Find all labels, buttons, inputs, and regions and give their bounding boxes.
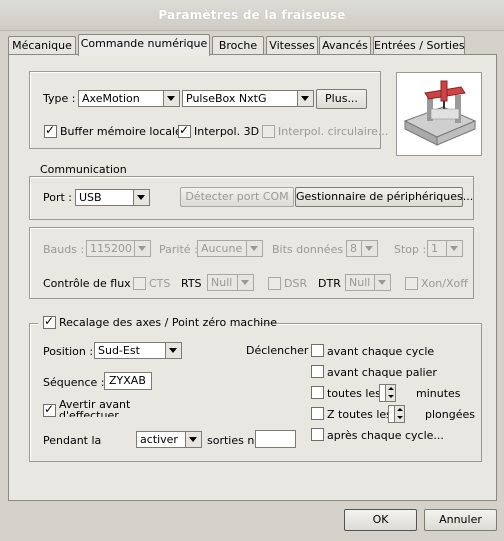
- port-label: Port :: [43, 191, 73, 204]
- dtr-value: Null: [349, 276, 371, 289]
- tab-vitesses[interactable]: Vitesses: [266, 36, 318, 55]
- homing-group-label: Recalage des axes / Point zéro machine: [59, 316, 277, 329]
- outputs-input[interactable]: [255, 430, 296, 448]
- position-select[interactable]: Sud-Est: [94, 342, 182, 359]
- chevron-down-icon: [134, 241, 150, 256]
- plunges-spinner[interactable]: [388, 405, 405, 423]
- before-cycle-checkbox[interactable]: [311, 344, 324, 357]
- rts-label: RTS: [181, 277, 202, 290]
- sequence-input[interactable]: ZYXAB: [104, 372, 152, 390]
- during-select[interactable]: activer: [136, 431, 202, 448]
- rts-select[interactable]: Null: [207, 274, 254, 291]
- chevron-down-icon: [237, 275, 253, 290]
- warn-label-line2: d'effectuer: [59, 409, 119, 417]
- stop-select[interactable]: 1: [427, 240, 463, 257]
- more-button[interactable]: Plus...: [316, 89, 367, 109]
- chevron-down-icon: [163, 91, 179, 106]
- bauds-value: 115200: [90, 242, 132, 255]
- parity-value: Aucune: [201, 242, 243, 255]
- warn-checkbox[interactable]: [43, 402, 56, 417]
- before-cycle-label: avant chaque cycle: [327, 345, 435, 358]
- spin-down-icon[interactable]: [385, 393, 395, 401]
- homing-checkbox[interactable]: [43, 314, 56, 329]
- port-value: USB: [79, 191, 102, 204]
- after-cycle-checkbox[interactable]: [311, 428, 324, 441]
- ok-button[interactable]: OK: [344, 509, 417, 531]
- spin-down-icon[interactable]: [394, 414, 404, 422]
- every-label: toutes les: [327, 387, 381, 400]
- flow-control-label: Contrôle de flux :: [43, 277, 138, 290]
- interp3d-label: Interpol. 3D: [194, 125, 260, 138]
- bauds-label: Bauds :: [43, 243, 85, 256]
- after-cycle-label: après chaque cycle...: [327, 429, 444, 442]
- chevron-down-icon: [374, 275, 390, 290]
- dsr-label: DSR: [284, 277, 308, 290]
- xon-xoff-checkbox[interactable]: [405, 277, 418, 290]
- databits-label: Bits données :: [272, 243, 351, 256]
- type-label: Type :: [43, 92, 76, 105]
- trigger-label: Déclencher: [246, 344, 309, 357]
- position-label: Position :: [43, 345, 94, 358]
- z-every-checkbox[interactable]: [311, 407, 324, 420]
- sequence-label: Séquence :: [43, 376, 105, 389]
- buffer-label: Buffer mémoire locale..: [60, 125, 189, 138]
- cancel-button[interactable]: Annuler: [424, 509, 497, 531]
- title-bar: Paramètres de la fraiseuse: [0, 0, 504, 31]
- tab-avances[interactable]: Avancés: [319, 36, 371, 55]
- controller-model-select[interactable]: PulseBox NxtG: [182, 90, 314, 107]
- parity-label: Parité :: [159, 243, 198, 256]
- stop-label: Stop :: [394, 243, 427, 256]
- z-every-label: Z toutes les: [327, 408, 392, 421]
- tab-commande-numerique[interactable]: Commande numérique: [78, 34, 210, 56]
- controller-type-select[interactable]: AxeMotion: [78, 90, 180, 107]
- minutes-label: minutes: [416, 387, 461, 400]
- chevron-down-icon: [246, 241, 262, 256]
- chevron-down-icon: [446, 241, 462, 256]
- chevron-down-icon: [297, 91, 313, 106]
- buffer-checkbox[interactable]: [44, 123, 57, 138]
- chevron-down-icon: [185, 432, 201, 447]
- databits-value: 8: [350, 242, 357, 255]
- during-label: Pendant la: [43, 434, 102, 447]
- cts-checkbox[interactable]: [133, 277, 146, 290]
- port-select[interactable]: USB: [75, 189, 150, 206]
- communication-group-label: Communication: [37, 163, 130, 176]
- during-value: activer: [140, 433, 178, 446]
- databits-select[interactable]: 8: [346, 240, 378, 257]
- cts-label: CTS: [149, 277, 171, 290]
- tab-mecanique[interactable]: Mécanique: [8, 36, 76, 55]
- minutes-spinner[interactable]: [379, 384, 396, 402]
- dtr-label: DTR: [318, 277, 341, 290]
- device-manager-button[interactable]: Gestionnaire de périphériques...: [295, 187, 473, 207]
- chevron-down-icon: [361, 241, 377, 256]
- window-title: Paramètres de la fraiseuse: [158, 8, 346, 22]
- chevron-down-icon: [165, 343, 181, 358]
- cnc-machine-icon: [403, 80, 477, 146]
- position-value: Sud-Est: [98, 344, 140, 357]
- chevron-down-icon: [133, 190, 149, 205]
- interp3d-checkbox[interactable]: [178, 123, 191, 138]
- interp-circ-checkbox[interactable]: [262, 125, 275, 138]
- rts-value: Null: [211, 276, 233, 289]
- detect-com-button[interactable]: Détecter port COM: [180, 187, 294, 207]
- dtr-select[interactable]: Null: [345, 274, 391, 291]
- dsr-checkbox[interactable]: [268, 277, 281, 290]
- interp-circ-label: Interpol. circulaire...: [278, 125, 389, 138]
- before-level-checkbox[interactable]: [311, 365, 324, 378]
- controller-model-value: PulseBox NxtG: [186, 92, 267, 105]
- before-level-label: avant chaque palier: [327, 366, 437, 379]
- bauds-select[interactable]: 115200: [86, 240, 151, 257]
- controller-type-value: AxeMotion: [82, 92, 140, 105]
- machine-image: [396, 72, 482, 156]
- plunges-label: plongées: [425, 408, 475, 421]
- parity-select[interactable]: Aucune: [197, 240, 263, 257]
- stop-value: 1: [431, 242, 438, 255]
- outputs-label: sorties n: [207, 434, 255, 447]
- tab-entrees-sorties[interactable]: Entrées / Sorties: [373, 36, 465, 55]
- tab-broche[interactable]: Broche: [212, 36, 264, 55]
- xon-xoff-label: Xon/Xoff: [421, 277, 468, 290]
- warn-label: Avertir avant d'effectuer: [59, 399, 130, 417]
- every-minutes-checkbox[interactable]: [311, 386, 324, 399]
- settings-window: Paramètres de la fraiseuse Mécanique Com…: [0, 0, 504, 541]
